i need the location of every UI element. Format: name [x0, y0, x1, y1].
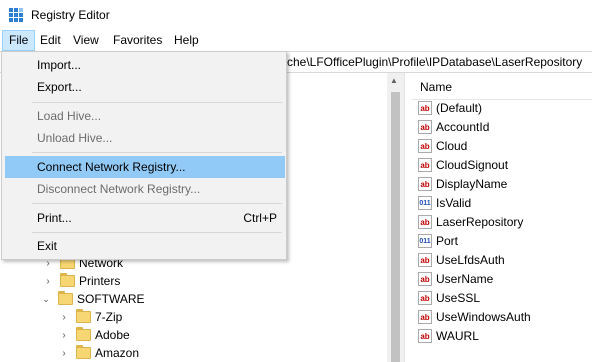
string-value-icon: ab — [418, 271, 432, 286]
tree-item-software[interactable]: ⌄ SOFTWARE — [40, 290, 145, 308]
tree-item-adobe[interactable]: › Adobe — [58, 326, 130, 344]
string-value-icon: ab — [418, 290, 432, 305]
menu-edit[interactable]: Edit — [34, 30, 67, 51]
menu-item-export[interactable]: Export... — [5, 76, 285, 98]
menu-item-print-label: Print... — [37, 211, 72, 225]
value-row[interactable]: 011 Port — [418, 231, 458, 250]
string-value-icon: ab — [418, 309, 432, 324]
value-row[interactable]: ab UserName — [418, 269, 493, 288]
tree-item-amazon[interactable]: › Amazon — [58, 344, 139, 362]
menu-item-exit[interactable]: Exit — [5, 235, 285, 257]
value-name: LaserRepository — [436, 214, 524, 229]
column-header-name[interactable]: Name — [412, 73, 592, 100]
string-value-icon: ab — [418, 252, 432, 267]
scrollbar-thumb[interactable] — [391, 92, 400, 362]
string-value-icon: ab — [418, 157, 432, 172]
dword-value-icon: 011 — [418, 233, 432, 248]
menu-item-load-hive[interactable]: Load Hive... — [5, 105, 285, 127]
print-shortcut: Ctrl+P — [243, 211, 277, 225]
dword-value-icon: 011 — [418, 195, 432, 210]
value-name: UseSSL — [436, 290, 481, 305]
menu-item-import[interactable]: Import... — [5, 54, 285, 76]
folder-icon — [76, 309, 91, 323]
tree-item-label: Amazon — [95, 346, 140, 360]
menu-item-print[interactable]: Print... Ctrl+P — [5, 207, 285, 229]
chevron-down-icon[interactable]: ⌄ — [40, 294, 52, 305]
tree-item-label: Printers — [79, 274, 121, 288]
value-row[interactable]: ab CloudSignout — [418, 155, 508, 174]
scroll-up-icon[interactable]: ▲ — [390, 76, 398, 85]
menu-separator — [32, 203, 282, 204]
tree-item-label: SOFTWARE — [77, 292, 145, 306]
menu-file[interactable]: File — [2, 30, 36, 51]
chevron-right-icon[interactable]: › — [58, 312, 70, 323]
menu-item-connect-network-registry[interactable]: Connect Network Registry... — [5, 156, 285, 178]
menu-favorites[interactable]: Favorites — [107, 30, 168, 51]
string-value-icon: ab — [418, 328, 432, 343]
value-name: Port — [436, 233, 459, 248]
title-bar: Registry Editor — [0, 0, 592, 30]
tree-item-label: 7-Zip — [95, 310, 123, 324]
value-row[interactable]: 011 IsValid — [418, 193, 471, 212]
pane-splitter[interactable] — [404, 73, 412, 362]
chevron-right-icon[interactable]: › — [42, 276, 54, 287]
tree-item-printers[interactable]: › Printers — [42, 272, 120, 290]
value-row[interactable]: ab UseSSL — [418, 288, 480, 307]
value-name: IsValid — [436, 195, 472, 210]
value-name: CloudSignout — [436, 157, 509, 172]
address-path: che\LFOfficePlugin\Profile\IPDatabase\La… — [287, 55, 583, 69]
string-value-icon: ab — [418, 176, 432, 191]
menu-separator — [32, 232, 282, 233]
value-row[interactable]: ab LaserRepository — [418, 212, 523, 231]
string-value-icon: ab — [418, 100, 432, 115]
window-title: Registry Editor — [31, 8, 110, 22]
menu-view[interactable]: View — [67, 30, 105, 51]
folder-icon — [76, 327, 91, 341]
string-value-icon: ab — [418, 138, 432, 153]
value-name: (Default) — [436, 100, 483, 115]
menu-separator — [32, 152, 282, 153]
value-name: AccountId — [436, 119, 490, 134]
value-name: UserName — [436, 271, 494, 286]
value-row[interactable]: ab Cloud — [418, 136, 467, 155]
folder-icon — [58, 291, 73, 305]
column-header-label: Name — [420, 80, 453, 94]
menu-item-disconnect-network-registry[interactable]: Disconnect Network Registry... — [5, 178, 285, 200]
value-name: Cloud — [436, 138, 468, 153]
folder-icon — [60, 273, 75, 287]
value-row[interactable]: ab (Default) — [418, 98, 482, 117]
value-name: DisplayName — [436, 176, 508, 191]
string-value-icon: ab — [418, 214, 432, 229]
tree-item-label: Adobe — [95, 328, 130, 342]
value-name: UseLfdsAuth — [436, 252, 505, 267]
tree-item-7zip[interactable]: › 7-Zip — [58, 308, 122, 326]
menu-bar: File Edit View Favorites Help — [0, 30, 592, 51]
string-value-icon: ab — [418, 119, 432, 134]
registry-editor-icon — [9, 8, 23, 22]
value-name: UseWindowsAuth — [436, 309, 531, 324]
file-menu-dropdown: Import... Export... Load Hive... Unload … — [1, 51, 287, 260]
chevron-right-icon[interactable]: › — [58, 348, 70, 359]
value-row[interactable]: ab UseLfdsAuth — [418, 250, 505, 269]
menu-help[interactable]: Help — [168, 30, 205, 51]
value-row[interactable]: ab DisplayName — [418, 174, 507, 193]
menu-separator — [32, 102, 282, 103]
chevron-right-icon[interactable]: › — [58, 330, 70, 341]
menu-item-unload-hive[interactable]: Unload Hive... — [5, 127, 285, 149]
folder-icon — [76, 345, 91, 359]
value-row[interactable]: ab WAURL — [418, 326, 479, 345]
value-name: WAURL — [436, 328, 479, 343]
value-row[interactable]: ab AccountId — [418, 117, 489, 136]
value-row[interactable]: ab UseWindowsAuth — [418, 307, 531, 326]
